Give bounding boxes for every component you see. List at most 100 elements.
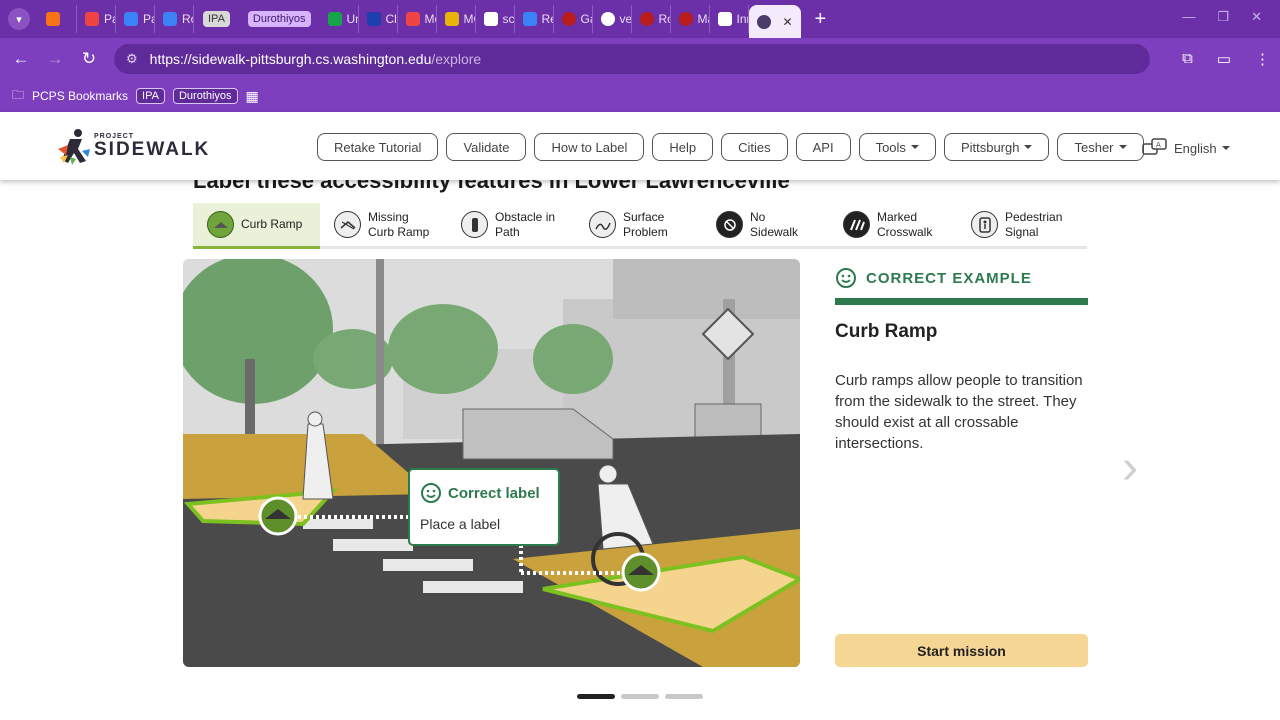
- close-window-icon[interactable]: ✕: [1251, 9, 1262, 25]
- apps-grid-icon[interactable]: ▦: [246, 88, 259, 105]
- street-scene-image: [183, 259, 800, 667]
- carousel-dot-2[interactable]: [621, 694, 659, 699]
- browser-tab-active[interactable]: ✕: [748, 5, 801, 38]
- help-button[interactable]: Help: [652, 133, 714, 161]
- browser-tab[interactable]: [38, 5, 77, 33]
- example-divider: [835, 298, 1088, 305]
- validate-button[interactable]: Validate: [446, 133, 527, 161]
- menu-icon[interactable]: ⋮: [1255, 50, 1270, 68]
- tab-search-icon[interactable]: ▾: [8, 8, 30, 30]
- window-controls: — ❐ ✕: [1182, 9, 1262, 25]
- minimize-icon[interactable]: —: [1182, 9, 1195, 25]
- restore-icon[interactable]: ❐: [1217, 9, 1229, 25]
- tab-missing-curb-ramp[interactable]: Missing Curb Ramp: [320, 203, 447, 246]
- button-label: Tools: [875, 139, 906, 155]
- tab-label: Ma: [697, 12, 709, 26]
- button-label: API: [812, 139, 834, 155]
- surface-problem-icon: [589, 211, 616, 238]
- browser-tab[interactable]: Ro: [632, 5, 671, 33]
- project-sidewalk-logo[interactable]: PROJECT SIDEWALK: [56, 127, 210, 165]
- tab-favicon-icon: [483, 12, 498, 26]
- tab-label: Marked Crosswalk: [877, 209, 933, 239]
- button-label: Pittsburgh: [960, 139, 1020, 155]
- address-bar[interactable]: ⚙ https://sidewalk-pittsburgh.cs.washing…: [114, 44, 1150, 74]
- browser-tab[interactable]: MC: [437, 5, 476, 33]
- tab-close-icon[interactable]: ✕: [782, 15, 792, 29]
- tab-label: Inn: [736, 12, 748, 26]
- bookmark-durothiyos[interactable]: Durothiyos: [172, 88, 238, 104]
- tab-label: Mo: [424, 12, 436, 26]
- tab-curb-ramp[interactable]: Curb Ramp: [193, 203, 320, 249]
- browser-tab[interactable]: Inn: [710, 5, 749, 33]
- bookmark-folder[interactable]: PCPS Bookmarks: [32, 89, 128, 103]
- tab-label: Ga: [580, 12, 592, 26]
- example-title: Curb Ramp: [835, 321, 938, 342]
- language-label: English: [1174, 140, 1217, 156]
- example-description: Curb ramps allow people to transition fr…: [835, 372, 1083, 452]
- tab-label: ver: [619, 12, 631, 26]
- tab-pedestrian-signal[interactable]: Pedestrian Signal: [957, 203, 1087, 246]
- tab-label: Surface Problem: [623, 209, 668, 239]
- tab-label: Cla: [385, 12, 397, 26]
- city-dropdown[interactable]: Pittsburgh: [943, 133, 1050, 161]
- browser-tab[interactable]: Unt: [320, 5, 359, 33]
- browser-tab[interactable]: Pa: [77, 5, 116, 33]
- tab-favicon-icon: [600, 12, 615, 26]
- browser-tab[interactable]: Ga: [554, 5, 593, 33]
- browser-tab[interactable]: ver: [593, 5, 632, 33]
- no-sidewalk-icon: [716, 211, 743, 238]
- tab-label: Pa: [104, 12, 115, 26]
- site-settings-icon[interactable]: ⚙: [126, 51, 138, 67]
- language-dropdown[interactable]: A English: [1142, 138, 1230, 158]
- callout-title: Correct label: [420, 482, 548, 504]
- browser-tab[interactable]: Res: [515, 5, 554, 33]
- tab-marked-crosswalk[interactable]: Marked Crosswalk: [829, 203, 957, 246]
- logo-big-text: SIDEWALK: [94, 139, 211, 160]
- back-icon[interactable]: ←: [4, 49, 38, 69]
- api-button[interactable]: API: [795, 133, 851, 161]
- carousel-dot-1[interactable]: [577, 694, 615, 699]
- tab-obstacle-in-path[interactable]: Obstacle in Path: [447, 203, 575, 246]
- reload-icon[interactable]: ↻: [72, 49, 106, 69]
- tab-group-label: Durothiyos: [247, 11, 311, 27]
- tab-no-sidewalk[interactable]: No Sidewalk: [702, 203, 829, 246]
- logo-text: PROJECT SIDEWALK: [94, 133, 210, 159]
- browser-tab-group[interactable]: Durothiyos: [242, 5, 317, 33]
- tab-favicon-icon: [405, 12, 420, 26]
- cities-button[interactable]: Cities: [721, 133, 788, 161]
- browser-tab-group[interactable]: IPA: [197, 5, 236, 33]
- smile-icon: [836, 268, 856, 288]
- forward-icon[interactable]: →: [38, 49, 72, 69]
- cast-icon[interactable]: ▭: [1217, 50, 1231, 68]
- carousel-dot-3[interactable]: [665, 694, 703, 699]
- new-tab-icon[interactable]: +: [815, 8, 827, 31]
- browser-tab[interactable]: Pa: [116, 5, 155, 33]
- tab-surface-problem[interactable]: Surface Problem: [575, 203, 702, 246]
- browser-tab[interactable]: Mo: [398, 5, 437, 33]
- button-label: How to Label: [551, 139, 628, 155]
- tab-favicon-icon: [561, 12, 576, 26]
- browser-tab[interactable]: Ma: [671, 5, 710, 33]
- start-mission-button[interactable]: Start mission: [835, 634, 1088, 667]
- tab-favicon-icon: [327, 12, 342, 26]
- next-example-chevron-icon[interactable]: ›: [1122, 440, 1138, 495]
- browser-tab[interactable]: Cla: [359, 5, 398, 33]
- extensions-icon[interactable]: ⧉: [1182, 50, 1193, 68]
- caret-down-icon: [1024, 145, 1033, 149]
- tab-favicon-icon: [366, 12, 381, 26]
- browser-tab[interactable]: sc: [476, 5, 515, 33]
- tab-favicon-icon: [85, 12, 99, 26]
- user-dropdown[interactable]: Tesher: [1057, 133, 1144, 161]
- caret-down-icon: [910, 145, 919, 149]
- tab-favicon-icon: [163, 12, 177, 26]
- bookmark-ipa[interactable]: IPA: [136, 88, 165, 104]
- retake-tutorial-button[interactable]: Retake Tutorial: [317, 133, 439, 161]
- tools-dropdown[interactable]: Tools: [858, 133, 936, 161]
- tab-label: Res: [541, 12, 553, 26]
- tab-favicon-icon: [717, 12, 732, 26]
- caret-down-icon: [1221, 146, 1230, 150]
- browser-tab[interactable]: Rol: [155, 5, 194, 33]
- button-label: Help: [669, 139, 697, 155]
- tab-label: Pa: [143, 12, 154, 26]
- how-to-label-button[interactable]: How to Label: [534, 133, 645, 161]
